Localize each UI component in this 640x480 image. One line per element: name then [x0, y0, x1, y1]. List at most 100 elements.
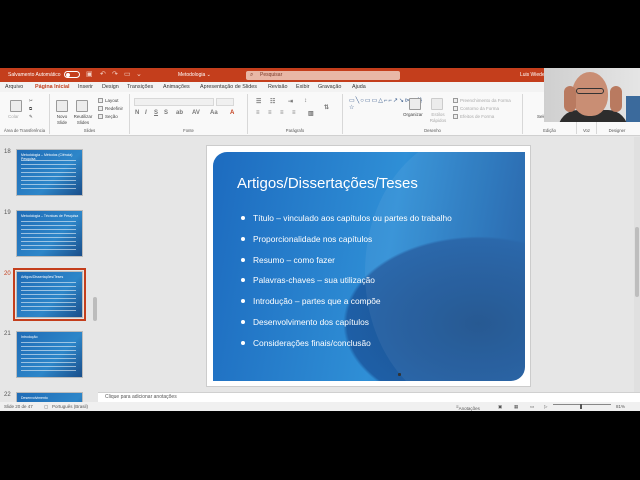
presenter-hand-left [564, 86, 576, 112]
slide-bullet-list[interactable]: Título – vinculado aos capítulos ou part… [241, 213, 452, 359]
tab-animacoes[interactable]: Animações [163, 84, 190, 90]
scrollbar-handle[interactable] [635, 227, 639, 297]
slide-canvas[interactable]: Artigos/Dissertações/Teses Título – vinc… [206, 145, 531, 387]
strikethrough-icon[interactable]: ab [176, 110, 183, 116]
tab-ajuda[interactable]: Ajuda [352, 84, 366, 90]
slide-thumbnail[interactable]: Metodologia – Métodos (Ciência) Pesquisa [16, 149, 83, 196]
accessibility-icon[interactable]: ▢ [44, 404, 48, 410]
zoom-slider-knob[interactable] [580, 404, 582, 409]
cut-icon[interactable]: ✂ [29, 98, 33, 104]
justify-icon[interactable]: ≡ [292, 110, 296, 116]
shadow-icon[interactable]: S [164, 110, 168, 116]
line-spacing-icon[interactable]: ↕ [304, 98, 307, 104]
paste-button[interactable]: Colar [8, 114, 19, 119]
autosave-toggle[interactable] [64, 71, 80, 78]
presenter-glasses [576, 88, 604, 94]
group-label-slides: Slides [83, 128, 96, 133]
search-input[interactable]: ⌕ Pesquisar [246, 71, 400, 80]
slide-sorter-icon[interactable]: ▦ [514, 404, 518, 410]
tab-design[interactable]: Design [102, 84, 119, 90]
tab-pagina-inicial[interactable]: Página Inicial [35, 84, 70, 93]
tab-apresentacao[interactable]: Apresentação de Slides [200, 84, 257, 90]
paste-icon[interactable] [10, 100, 22, 112]
align-left-icon[interactable]: ≡ [256, 110, 260, 116]
group-label-drawing: Desenho [424, 128, 441, 133]
slide-title[interactable]: Artigos/Dissertações/Teses [237, 175, 418, 192]
new-slide-button[interactable]: Novo Slide [52, 114, 72, 126]
numbering-icon[interactable]: ☷ [270, 98, 275, 105]
shape-effects-button[interactable]: Efeitos de Forma [453, 114, 494, 120]
section-button[interactable]: Seção [98, 114, 118, 120]
columns-icon[interactable]: ▥ [308, 110, 314, 117]
quick-styles-button[interactable]: Estilos Rápidos [427, 112, 449, 124]
slide: Artigos/Dissertações/Teses Título – vinc… [213, 152, 525, 381]
zoom-slider[interactable] [553, 404, 611, 405]
thumbnails-scrollbar[interactable] [93, 297, 97, 321]
webcam-overlay [544, 68, 640, 122]
reading-view-icon[interactable]: ▭ [530, 404, 534, 410]
autosave-label: Salvamento Automático [8, 72, 61, 78]
tab-inserir[interactable]: Inserir [78, 84, 93, 90]
shapes-gallery[interactable]: ▭╲○▭▭△⌐⌐↗↘⊳⊲{}☆ [349, 98, 422, 120]
powerpoint-window: Salvamento Automático ▣ ↶ ↷ ▭ ⌄ Metodolo… [0, 68, 640, 411]
section-icon [98, 114, 103, 120]
italic-icon[interactable]: I [145, 110, 147, 116]
tab-exibir[interactable]: Exibir [296, 84, 309, 90]
char-spacing-icon[interactable]: AV [192, 110, 200, 116]
group-label-clipboard: Área de Transferência [3, 128, 46, 133]
arrange-icon[interactable] [409, 98, 421, 110]
group-drawing: ▭╲○▭▭△⌐⌐↗↘⊳⊲{}☆ Organizar Estilos Rápido… [343, 94, 523, 134]
slide-thumbnail[interactable]: Metodologia – Técnicas de Pesquisa [16, 210, 83, 257]
reuse-slides-button[interactable]: Reutilizar Slides [71, 114, 95, 126]
new-slide-icon[interactable] [56, 100, 68, 112]
save-icon[interactable]: ▣ [86, 70, 93, 78]
redo-icon[interactable]: ↷ [112, 70, 118, 78]
reset-button[interactable]: Redefinir [98, 106, 123, 112]
tab-transicoes[interactable]: Transições [127, 84, 153, 90]
document-title[interactable]: Metodologia ⌄ [178, 72, 211, 78]
slide-editing-area: Artigos/Dissertações/Teses Título – vinc… [100, 137, 632, 392]
underline-icon[interactable]: S [154, 110, 158, 116]
font-color-icon[interactable]: A [230, 110, 234, 116]
user-name[interactable]: Luis Wieder [520, 72, 546, 78]
bullet-item: Introdução – partes que a compõe [241, 296, 452, 317]
shape-outline-button[interactable]: Contorno da Forma [453, 106, 499, 112]
slide-scrollbar[interactable] [634, 137, 640, 392]
slide-counter: Slide 20 de 47 [4, 404, 33, 409]
bullets-icon[interactable]: ☰ [256, 98, 261, 105]
language-indicator[interactable]: Português (Brasil) [52, 404, 88, 409]
tab-gravacao[interactable]: Gravação [318, 84, 341, 90]
font-size-select[interactable] [216, 98, 234, 106]
slideshow-icon[interactable]: ▷ [544, 404, 547, 410]
customize-qat-icon[interactable]: ⌄ [136, 70, 142, 78]
present-icon[interactable]: ▭ [124, 70, 131, 78]
undo-icon[interactable]: ↶ [100, 70, 106, 78]
text-direction-icon[interactable]: ⇅ [324, 104, 329, 111]
copy-icon[interactable]: ⧉ [29, 106, 32, 111]
align-center-icon[interactable]: ≡ [268, 110, 272, 116]
slide-thumbnail-selected[interactable]: Artigos/Dissertações/Teses [13, 268, 86, 321]
format-painter-icon[interactable]: ✎ [29, 114, 33, 120]
tab-arquivo[interactable]: Arquivo [5, 84, 23, 90]
zoom-level[interactable]: 81% [616, 404, 625, 409]
font-family-select[interactable] [134, 98, 214, 106]
shape-fill-button[interactable]: Preenchimento da Forma [453, 98, 511, 104]
group-label-editing: Edição [543, 128, 556, 133]
slide-thumbnail[interactable]: Desenvolvimento [16, 392, 83, 402]
slide-thumbnail[interactable]: Introdução [16, 331, 83, 378]
change-case-icon[interactable]: Aa [210, 110, 218, 116]
reuse-slides-icon[interactable] [76, 100, 88, 112]
indent-icon[interactable]: ⇥ [288, 98, 293, 105]
align-right-icon[interactable]: ≡ [280, 110, 284, 116]
notes-toggle-button[interactable]: ≡ Anotações [456, 404, 480, 411]
arrange-button[interactable]: Organizar [403, 112, 423, 117]
bold-icon[interactable]: N [135, 110, 139, 116]
quick-styles-icon[interactable] [431, 98, 443, 110]
thumbnail-text-lines [21, 160, 76, 190]
normal-view-icon[interactable]: ▣ [498, 404, 502, 410]
layout-button[interactable]: Layout [98, 98, 119, 104]
group-paragraph: ☰ ☷ ⇥ ↕ ≡ ≡ ≡ ≡ ▥ ⇅ Parágrafo [248, 94, 343, 134]
tab-revisao[interactable]: Revisão [268, 84, 287, 90]
thumbnail-text-lines [21, 342, 76, 372]
notes-pane[interactable]: Clique para adicionar anotações [98, 392, 640, 402]
